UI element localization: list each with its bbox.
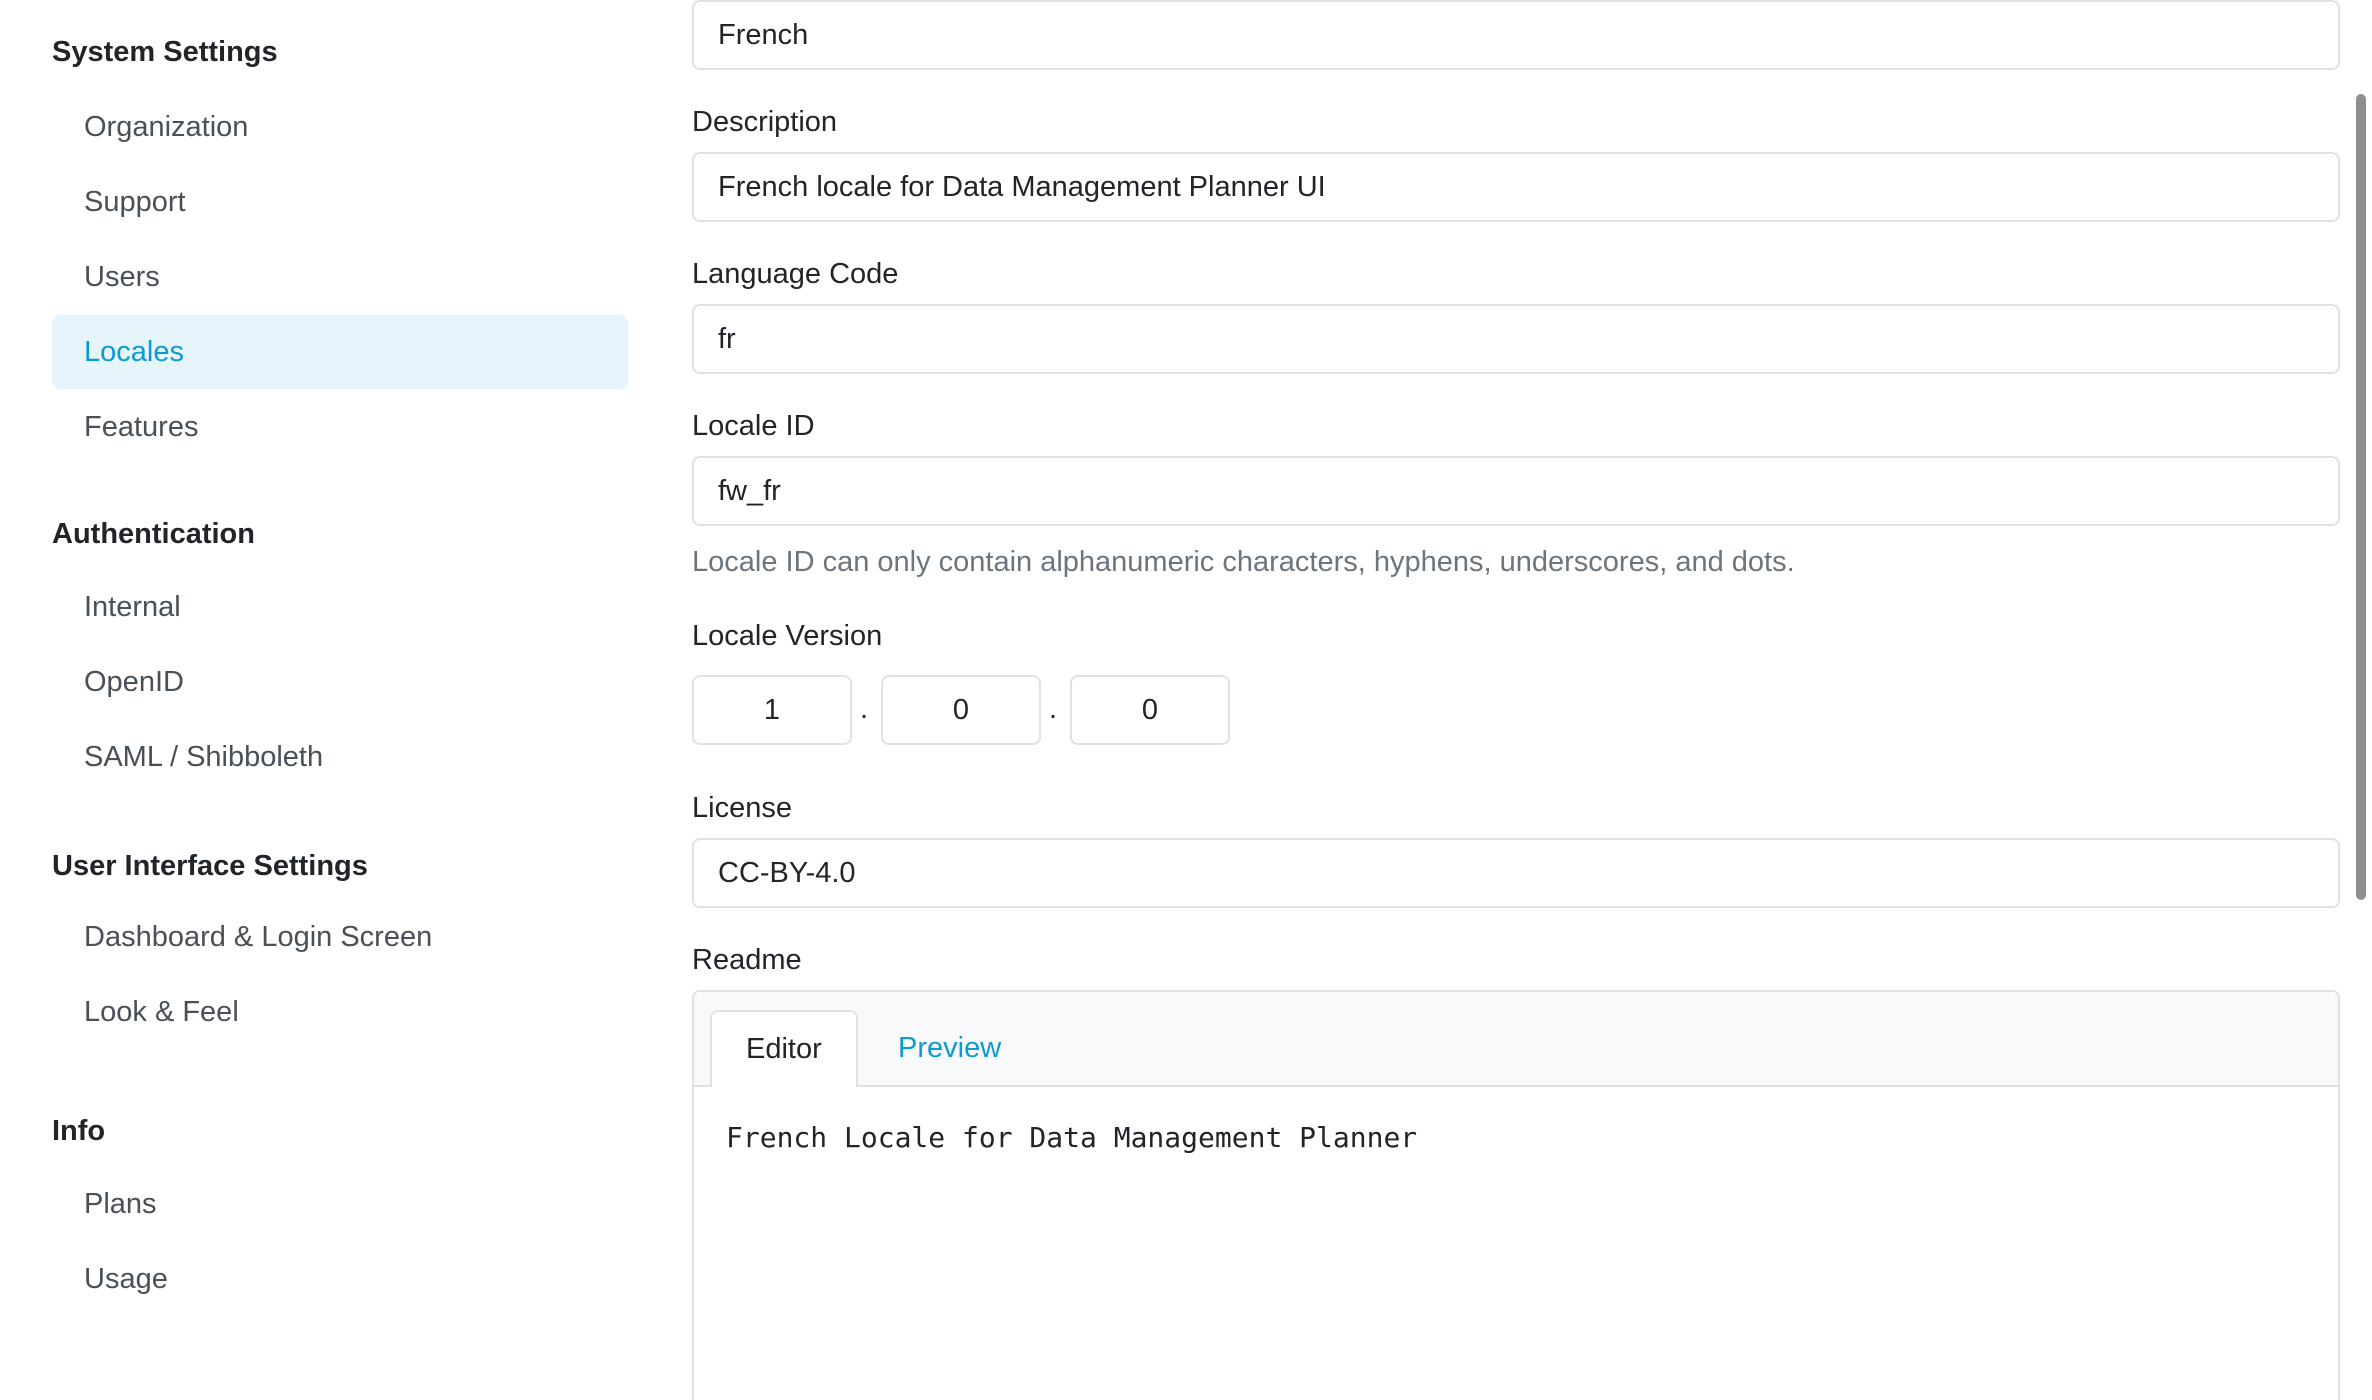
sidebar-item-organization[interactable]: Organization (52, 90, 628, 164)
license-label: License (692, 792, 792, 824)
tab-preview[interactable]: Preview (864, 1010, 1035, 1087)
license-input[interactable] (692, 838, 2340, 908)
name-input[interactable] (692, 0, 2340, 70)
readme-tabs: Editor Preview (694, 992, 2338, 1089)
readme-editor: Editor Preview French Locale for Data Ma… (692, 990, 2340, 1400)
version-patch-input[interactable] (1070, 675, 1230, 745)
sidebar-item-support[interactable]: Support (52, 165, 628, 239)
sidebar-item-locales[interactable]: Locales (52, 315, 628, 389)
sidebar-item-saml-shibboleth[interactable]: SAML / Shibboleth (52, 720, 628, 794)
sidebar-item-dashboard-login-screen[interactable]: Dashboard & Login Screen (52, 900, 628, 974)
sidebar-item-users[interactable]: Users (52, 240, 628, 314)
locale-id-input[interactable] (692, 456, 2340, 526)
locale-version-label: Locale Version (692, 620, 883, 652)
readme-textarea[interactable]: French Locale for Data Management Planne… (694, 1087, 2338, 1400)
version-minor-input[interactable] (881, 675, 1041, 745)
page-scrollbar[interactable] (2350, 0, 2372, 1400)
sidebar-item-look-feel[interactable]: Look & Feel (52, 975, 628, 1049)
readme-label: Readme (692, 944, 802, 976)
section-title-info: Info (52, 1115, 106, 1147)
locale-id-help-text: Locale ID can only contain alphanumeric … (692, 546, 1795, 578)
sidebar-item-internal[interactable]: Internal (52, 570, 628, 644)
description-input[interactable] (692, 152, 2340, 222)
section-title-user-interface-settings: User Interface Settings (52, 850, 368, 882)
description-label: Description (692, 106, 838, 138)
sidebar-item-usage[interactable]: Usage (52, 1242, 628, 1316)
language-code-label: Language Code (692, 258, 899, 290)
tab-editor[interactable]: Editor (710, 1010, 858, 1089)
sidebar-item-features[interactable]: Features (52, 390, 628, 464)
section-title-authentication: Authentication (52, 518, 255, 550)
version-separator: . (860, 693, 869, 725)
locale-id-label: Locale ID (692, 410, 815, 442)
version-major-input[interactable] (692, 675, 852, 745)
scrollbar-thumb[interactable] (2356, 94, 2366, 900)
locale-settings-page: System Settings Organization Support Use… (0, 0, 2372, 1400)
section-title-system-settings: System Settings (52, 36, 278, 68)
sidebar-item-openid[interactable]: OpenID (52, 645, 628, 719)
sidebar-item-plans[interactable]: Plans (52, 1167, 628, 1241)
language-code-input[interactable] (692, 304, 2340, 374)
version-separator: . (1049, 693, 1058, 725)
